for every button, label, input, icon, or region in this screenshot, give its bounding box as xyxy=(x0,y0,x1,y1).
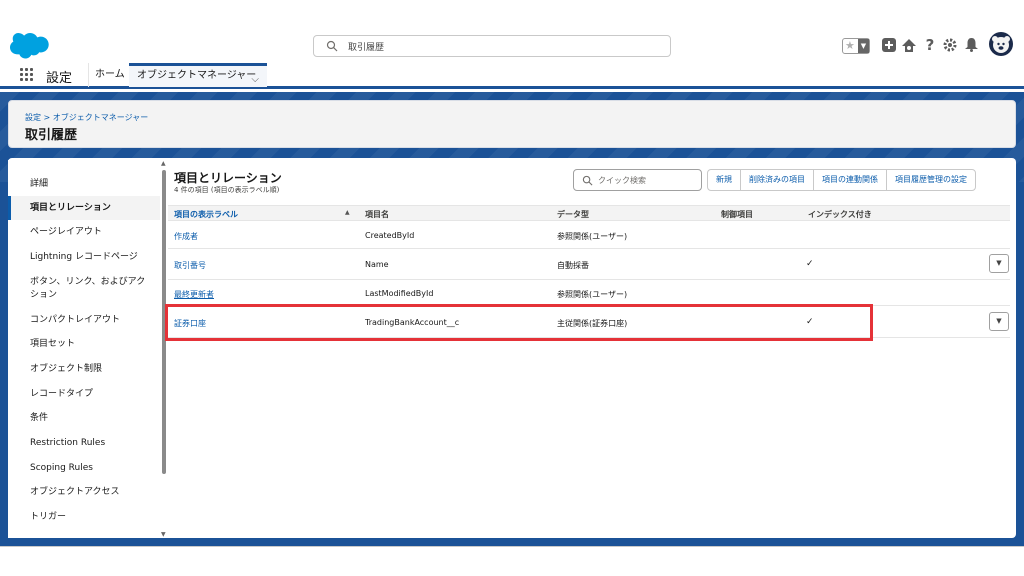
field-data-type: 自動採番 xyxy=(557,261,589,270)
field-label-link[interactable]: 取引番号 xyxy=(174,260,206,271)
highlight-annotation-box xyxy=(165,304,873,341)
app-root: 取引履歴 ★ ▼ ? 設定 ホーム オブジェクトマネージャー ⌵ 設定 > オブ… xyxy=(0,0,1024,576)
quick-search-input[interactable]: クイック検索 xyxy=(573,169,702,191)
favorites-button[interactable]: ★ ▼ xyxy=(842,38,870,54)
table-row: 作成者 CreatedById 参照関係(ユーザー) xyxy=(168,222,1010,249)
column-header-field-label[interactable]: 項目の表示ラベル xyxy=(174,209,238,220)
deleted-fields-button[interactable]: 削除済みの項目 xyxy=(741,170,814,190)
column-header-indexed[interactable]: インデックス付き xyxy=(808,209,872,220)
sidebar-item-compact-layouts[interactable]: コンパクトレイアウト xyxy=(8,314,160,326)
help-icon[interactable]: ? xyxy=(919,34,941,56)
sidebar-scrollbar[interactable]: ▲ ▼ xyxy=(161,160,167,538)
record-count: 4 件の項目 (項目の表示ラベル順) xyxy=(174,186,280,194)
global-actions-icon[interactable] xyxy=(878,34,900,56)
sidebar-item-record-types[interactable]: レコードタイプ xyxy=(8,388,160,400)
trailhead-icon[interactable] xyxy=(898,34,920,56)
search-icon xyxy=(326,40,338,52)
action-button-group: 新規 削除済みの項目 項目の連動関係 項目履歴管理の設定 xyxy=(707,169,976,191)
global-header: 取引履歴 ★ ▼ ? xyxy=(0,27,1024,63)
scroll-up-arrow-icon[interactable]: ▲ xyxy=(161,160,166,167)
sidebar-item-object-access[interactable]: オブジェクトアクセス xyxy=(8,486,160,498)
section-title: 項目とリレーション xyxy=(174,171,282,185)
field-api-name: LastModifiedById xyxy=(365,289,434,298)
new-button[interactable]: 新規 xyxy=(708,170,741,190)
user-avatar[interactable] xyxy=(989,32,1013,56)
sidebar-item-fields-relationships[interactable]: 項目とリレーション xyxy=(8,196,160,220)
sort-ascending-icon[interactable]: ▲ xyxy=(345,209,350,216)
sidebar-item-field-sets[interactable]: 項目セット xyxy=(8,338,160,350)
quick-search-placeholder: クイック検索 xyxy=(598,176,646,185)
sidebar-item-page-layouts[interactable]: ページレイアウト xyxy=(8,226,160,238)
field-api-name: Name xyxy=(365,260,389,269)
navigation-bar: 設定 ホーム オブジェクトマネージャー ⌵ xyxy=(0,63,1024,89)
field-data-type: 参照関係(ユーザー) xyxy=(557,232,628,241)
bell-icon[interactable] xyxy=(960,34,982,56)
field-data-type: 参照関係(ユーザー) xyxy=(557,290,628,299)
sidebar-item-scoping-rules[interactable]: Scoping Rules xyxy=(8,462,160,474)
star-icon: ★ xyxy=(845,39,855,52)
field-dependencies-button[interactable]: 項目の連動関係 xyxy=(814,170,887,190)
sidebar-item-restriction-rules[interactable]: Restriction Rules xyxy=(8,437,160,449)
sidebar-item-lightning-record-pages[interactable]: Lightning レコードページ xyxy=(8,251,160,263)
tab-object-manager-label: オブジェクトマネージャー xyxy=(137,70,257,81)
table-row: 最終更新者 LastModifiedById 参照関係(ユーザー) xyxy=(168,280,1010,306)
salesforce-logo-icon[interactable] xyxy=(10,33,50,59)
column-header-data-type[interactable]: データ型 xyxy=(557,209,589,220)
page-header: 設定 > オブジェクトマネージャー 取引履歴 xyxy=(8,100,1016,148)
sidebar-item-buttons-links-actions-cont[interactable]: ション xyxy=(8,289,160,301)
scroll-down-arrow-icon[interactable]: ▼ xyxy=(161,531,166,538)
column-header-controlling-field[interactable]: 制御項目 xyxy=(721,209,753,220)
chevron-down-icon[interactable]: ⌵ xyxy=(251,70,259,90)
setup-sidebar: 詳細 項目とリレーション ページレイアウト Lightning レコードページ … xyxy=(8,160,160,538)
table-header: 項目の表示ラベル ▲ 項目名 データ型 制御項目 インデックス付き xyxy=(168,205,1010,221)
row-actions-dropdown[interactable]: ▼ xyxy=(989,254,1009,273)
fields-relationships-panel: 項目とリレーション 4 件の項目 (項目の表示ラベル順) クイック検索 新規 削… xyxy=(168,160,1016,538)
page-title: 取引履歴 xyxy=(25,128,78,143)
field-api-name: CreatedById xyxy=(365,231,415,240)
tab-object-manager[interactable]: オブジェクトマネージャー ⌵ xyxy=(129,63,267,87)
gear-icon[interactable] xyxy=(939,34,961,56)
app-launcher-icon[interactable] xyxy=(20,68,34,82)
breadcrumb[interactable]: 設定 > オブジェクトマネージャー xyxy=(25,112,148,123)
tab-home[interactable]: ホーム xyxy=(88,63,128,87)
field-label-link[interactable]: 最終更新者 xyxy=(174,289,214,300)
field-label-link[interactable]: 作成者 xyxy=(174,231,198,242)
bottom-divider xyxy=(0,546,1024,547)
chevron-down-icon[interactable]: ▼ xyxy=(858,39,869,53)
sidebar-item-triggers[interactable]: トリガー xyxy=(8,511,160,523)
indexed-checkmark-icon: ✓ xyxy=(806,259,814,269)
search-icon xyxy=(582,175,593,186)
sidebar-item-conditions[interactable]: 条件 xyxy=(8,412,160,424)
table-row: 取引番号 Name 自動採番 ✓ ▼ xyxy=(168,249,1010,280)
global-search-text: 取引履歴 xyxy=(348,43,385,53)
sidebar-item-object-limits[interactable]: オブジェクト制限 xyxy=(8,363,160,375)
column-header-field-name[interactable]: 項目名 xyxy=(365,209,389,220)
sidebar-item-buttons-links-actions[interactable]: ボタン、リンク、およびアク xyxy=(8,276,160,288)
row-actions-dropdown[interactable]: ▼ xyxy=(989,312,1009,331)
app-name: 設定 xyxy=(46,71,73,86)
global-search[interactable]: 取引履歴 xyxy=(313,35,671,57)
set-history-tracking-button[interactable]: 項目履歴管理の設定 xyxy=(887,170,975,190)
sidebar-item-details[interactable]: 詳細 xyxy=(8,178,160,190)
